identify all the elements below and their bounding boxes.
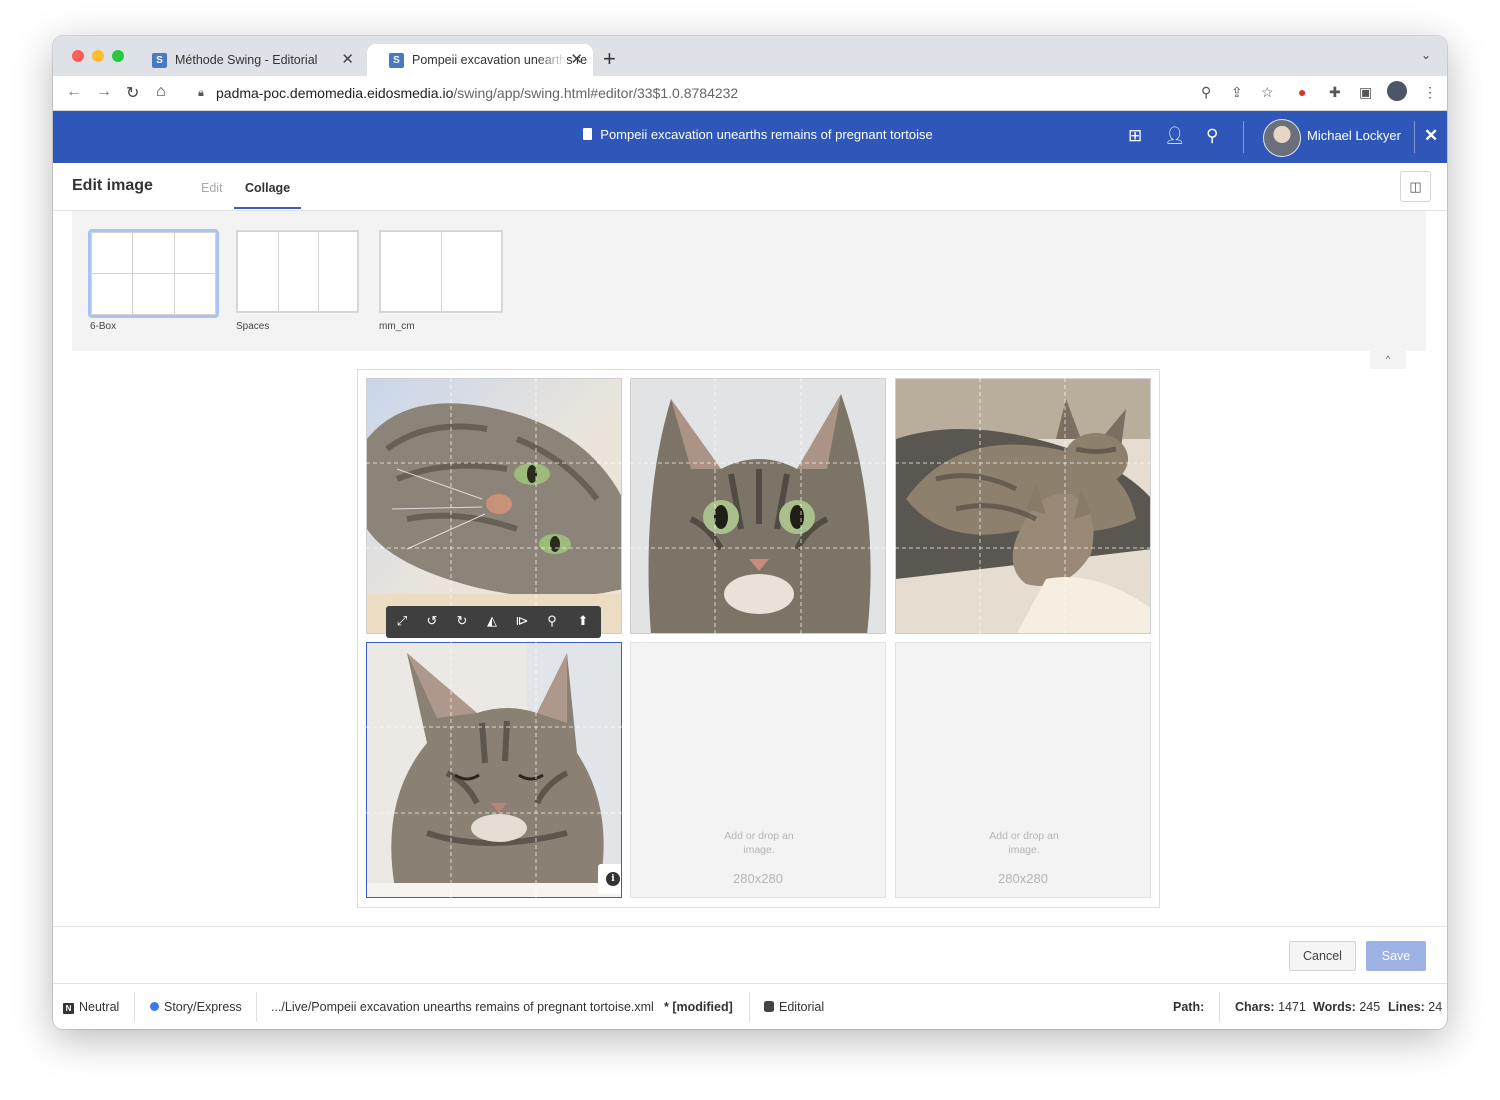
tab-collage[interactable]: Collage <box>234 181 302 209</box>
extensions-puzzle-icon[interactable]: ✚ <box>1329 84 1341 101</box>
page-title: Edit image <box>72 177 153 194</box>
mode-status: N Neutral <box>63 1000 119 1014</box>
reload-icon[interactable]: ↻ <box>126 83 139 103</box>
flip-horizontal-icon[interactable]: ◭ <box>482 613 502 629</box>
fit-icon[interactable]: ⤢ <box>392 613 412 629</box>
document-title-text: Pompeii excavation unearths remains of p… <box>600 127 933 142</box>
template-label: mm_cm <box>379 321 415 332</box>
type-status: Story/Express <box>150 1000 242 1014</box>
location-icon[interactable]: ⚲ <box>1201 84 1211 101</box>
back-icon[interactable]: ← <box>66 83 82 101</box>
user-avatar[interactable] <box>1263 119 1301 157</box>
words-count: Words: 245 <box>1313 1000 1381 1014</box>
new-tab-button[interactable]: + <box>603 46 616 72</box>
close-window-button[interactable] <box>72 50 84 62</box>
close-tab-icon[interactable]: ✕ <box>570 44 583 76</box>
address-bar[interactable]: 🔒︎ padma-poc.demomedia.eidosmedia.io/swi… <box>186 80 1296 106</box>
template-label: 6-Box <box>90 321 117 332</box>
collapse-templates-button[interactable]: ^ <box>1370 351 1406 369</box>
collage-slot-4[interactable]: i <box>366 642 622 898</box>
browser-tab-editorial[interactable]: S Méthode Swing - Editorial ✕ <box>130 44 364 76</box>
search-icon[interactable]: ⚲ <box>1206 126 1218 146</box>
bookmark-star-icon[interactable]: ☆ <box>1261 84 1274 101</box>
share-icon[interactable]: ⇪ <box>1231 84 1243 101</box>
swing-favicon-icon: S <box>389 53 404 68</box>
url-host: padma-poc.demomedia.eidosmedia.io <box>216 85 454 101</box>
empty-slot-size: 280x280 <box>998 871 1048 886</box>
swing-favicon-icon: S <box>152 53 167 68</box>
collage-slot-5[interactable]: Add or drop an image. 280x280 <box>630 642 886 898</box>
kitten-photo <box>367 643 621 897</box>
neutral-badge-icon: N <box>63 1003 74 1014</box>
collage-templates: 6-Box Spaces mm_cm <box>72 211 1426 351</box>
user-name[interactable]: Michael Lockyer <box>1307 128 1401 143</box>
browser-tab-pompeii[interactable]: S Pompeii excavation unearths re ✕ <box>367 44 593 76</box>
dialog-actions: Cancel Save <box>53 926 1447 983</box>
collage-slot-6[interactable]: Add or drop an image. 280x280 <box>895 642 1151 898</box>
chevron-up-icon: ^ <box>1385 354 1391 364</box>
chars-count: Chars: 1471 <box>1235 1000 1306 1014</box>
database-status: Editorial <box>764 1000 824 1014</box>
collage-slot-2[interactable] <box>630 378 886 634</box>
template-6-box[interactable] <box>88 229 219 318</box>
image-info-button[interactable]: i <box>598 864 621 894</box>
tab-search-chevron-icon[interactable]: ⌄ <box>1421 48 1431 62</box>
status-dot-icon <box>150 1002 159 1011</box>
tab-title: Méthode Swing - Editorial <box>175 53 318 67</box>
rotate-left-icon[interactable]: ↺ <box>422 613 442 629</box>
close-tab-icon[interactable]: ✕ <box>341 44 354 76</box>
minimize-window-button[interactable] <box>92 50 104 62</box>
tab-strip: S Méthode Swing - Editorial ✕ S Pompeii … <box>53 36 1447 76</box>
split-panel-icon: ◫ <box>1409 179 1422 194</box>
upload-icon[interactable]: ⬆ <box>573 613 593 629</box>
add-icon[interactable]: ⊞ <box>1128 126 1142 146</box>
image-toolbar: ⤢ ↺ ↻ ◭ ⧐ ⚲ ⬆ <box>386 606 601 638</box>
document-path: .../Live/Pompeii excavation unearths rem… <box>271 1000 654 1014</box>
document-icon <box>583 128 593 140</box>
opera-extension-icon[interactable]: ● <box>1298 84 1306 100</box>
database-icon <box>764 1001 774 1012</box>
empty-slot-hint: Add or drop an image. <box>989 830 1059 856</box>
rotate-right-icon[interactable]: ↻ <box>452 613 472 629</box>
cat-photo-lying <box>367 379 621 633</box>
edit-image-header: Edit image Edit Collage ◫ <box>53 163 1447 211</box>
close-editor-icon[interactable]: ✕ <box>1424 126 1438 146</box>
collage-slot-1[interactable] <box>366 378 622 634</box>
document-title: Pompeii excavation unearths remains of p… <box>53 127 1447 142</box>
lock-icon: 🔒︎ <box>198 87 204 99</box>
cancel-button[interactable]: Cancel <box>1289 941 1356 971</box>
path-label: Path: <box>1173 1000 1205 1014</box>
collage-canvas: i Add or drop an image. 280x280 Add or d… <box>357 369 1160 908</box>
app-header: Pompeii excavation unearths remains of p… <box>53 111 1447 163</box>
flip-vertical-icon[interactable]: ⧐ <box>512 613 532 629</box>
user-list-icon[interactable]: 👤︎ <box>1164 126 1186 146</box>
collage-slot-3[interactable] <box>895 378 1151 634</box>
template-label: Spaces <box>236 321 270 332</box>
save-button[interactable]: Save <box>1366 941 1426 971</box>
template-mm-cm[interactable] <box>379 230 503 313</box>
side-panel-icon[interactable]: ▣ <box>1359 84 1372 101</box>
home-icon[interactable]: ⌂ <box>156 83 166 101</box>
template-spaces[interactable] <box>236 230 359 313</box>
toggle-panel-button[interactable]: ◫ <box>1400 171 1431 202</box>
modified-flag: * [modified] <box>664 1000 733 1014</box>
browser-menu-icon[interactable]: ⋮ <box>1423 84 1437 101</box>
forward-icon[interactable]: → <box>96 83 112 101</box>
empty-slot-size: 280x280 <box>733 871 783 886</box>
status-bar: N Neutral Story/Express .../Live/Pompeii … <box>53 983 1447 1029</box>
zoom-icon[interactable]: ⚲ <box>542 613 562 629</box>
maximize-window-button[interactable] <box>112 50 124 62</box>
lines-count: Lines: 24 <box>1388 1000 1443 1014</box>
cat-photo-face <box>631 379 885 633</box>
url-path: /swing/app/swing.html#editor/33$1.0.8784… <box>453 85 739 101</box>
profile-avatar-icon[interactable] <box>1387 81 1407 101</box>
browser-window: S Méthode Swing - Editorial ✕ S Pompeii … <box>53 36 1447 1029</box>
info-icon: i <box>606 872 620 886</box>
tab-edit[interactable]: Edit <box>201 181 223 195</box>
cat-photo-two-cats <box>896 379 1150 633</box>
empty-slot-hint: Add or drop an image. <box>724 830 794 856</box>
browser-toolbar: ← → ↻ ⌂ 🔒︎ padma-poc.demomedia.eidosmedi… <box>53 76 1447 111</box>
